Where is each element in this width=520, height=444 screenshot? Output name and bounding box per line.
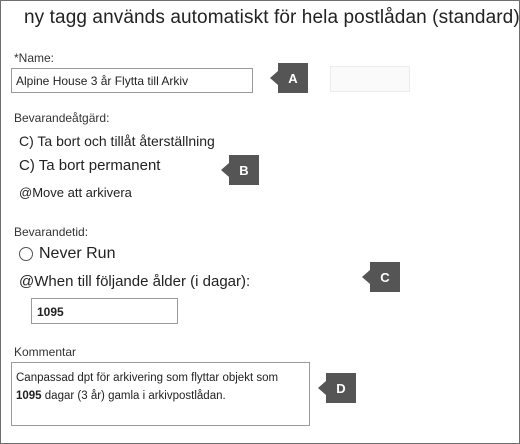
- name-input[interactable]: Alpine House 3 år Flytta till Arkiv: [11, 68, 253, 93]
- comment-line-2: 1095 dagar (3 år) gamla i arkivpostlådan…: [16, 387, 309, 405]
- never-run-radio[interactable]: [19, 247, 33, 261]
- comment-line-1: Canpassad dpt för arkivering som flyttar…: [16, 372, 279, 384]
- comment-line-2-text: dagar (3 år) gamla i arkivpostlådan.: [41, 390, 226, 402]
- action-label: Bevarandeåtgärd:: [14, 111, 110, 125]
- page-title: ny tagg används automatiskt för hela pos…: [24, 7, 520, 28]
- callout-b: B: [221, 155, 259, 185]
- when-age-label[interactable]: @When till följande ålder (i dagar):: [19, 273, 250, 290]
- option-delete-allow-recovery[interactable]: C) Ta bort och tillåt återställning: [19, 133, 215, 149]
- days-input[interactable]: 1095: [31, 298, 178, 324]
- comment-days-number: 1095: [16, 390, 42, 402]
- callout-c: C: [362, 262, 400, 292]
- name-label: *Name:: [14, 51, 55, 65]
- callout-d: D: [318, 373, 356, 403]
- comment-label: Kommentar: [14, 345, 77, 359]
- option-move-to-archive[interactable]: @Move att arkivera: [19, 185, 132, 200]
- period-label: Bevarandetid:: [14, 225, 89, 239]
- never-run-label: Never Run: [39, 245, 116, 262]
- option-delete-permanent[interactable]: C) Ta bort permanent: [19, 157, 160, 174]
- callout-a: A: [270, 63, 308, 93]
- comment-textarea[interactable]: Canpassad dpt för arkivering som flyttar…: [11, 362, 310, 426]
- name-ghost-field: [330, 66, 410, 92]
